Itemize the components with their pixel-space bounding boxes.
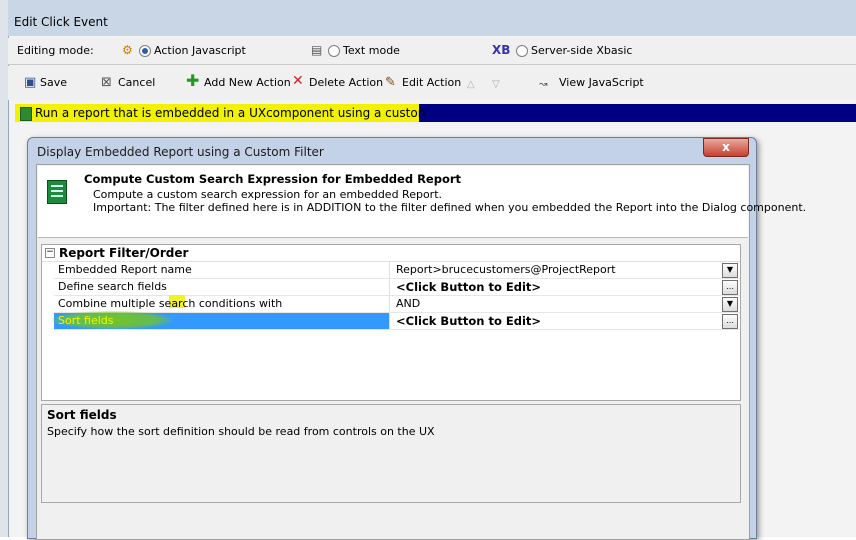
description-title: Sort fields (47, 408, 117, 422)
edit-action-button[interactable]: Edit Action (402, 76, 461, 89)
selected-action-text: Run a report that is embedded in a UXcom… (35, 106, 426, 120)
delete-icon: ✕ (292, 73, 304, 89)
dropdown-arrow-icon[interactable]: ▼ (722, 263, 738, 278)
property-value[interactable]: AND (396, 296, 716, 312)
close-icon: x (722, 140, 730, 154)
add-icon: ✚ (186, 71, 200, 90)
property-value: <Click Button to Edit> (396, 280, 542, 294)
ellipsis-button[interactable]: … (722, 314, 738, 329)
save-icon: ▣ (24, 75, 37, 90)
property-grid: − Report Filter/Order Embedded Report na… (41, 244, 741, 401)
radio-action-javascript[interactable] (139, 45, 151, 57)
delete-action-button[interactable]: Delete Action (309, 76, 383, 89)
header-description: Compute a custom search expression for a… (93, 188, 443, 201)
dropdown-arrow-icon[interactable]: ▼ (722, 297, 738, 312)
close-button[interactable]: x (703, 138, 749, 157)
property-name: Sort fields (52, 311, 390, 329)
editing-mode-label: Editing mode: (17, 44, 94, 57)
toolbar-divider (8, 64, 856, 65)
collapse-icon[interactable]: − (45, 248, 55, 258)
mode-option-label[interactable]: Action Javascript (154, 44, 246, 57)
embedded-report-dialog: Display Embedded Report using a Custom F… (27, 137, 806, 540)
property-row-define-search-fields[interactable]: Define search fields <Click Button to Ed… (54, 279, 740, 296)
property-description-panel: Sort fields Specify how the sort definit… (41, 404, 741, 503)
cancel-button[interactable]: Cancel (118, 76, 155, 89)
dialog-title: Display Embedded Report using a Custom F… (37, 145, 324, 159)
action-javascript-icon: ⚙ (122, 43, 133, 57)
mode-option-label[interactable]: Text mode (343, 44, 400, 57)
property-row-sort-fields[interactable]: Sort fields <Click Button to Edit> … (52, 311, 740, 330)
view-javascript-icon: ↝ (539, 79, 548, 90)
property-row-embedded-report-name[interactable]: Embedded Report name Report>brucecustome… (54, 262, 740, 279)
action-list-selected-row[interactable]: Run a report that is embedded in a UXcom… (15, 104, 856, 122)
editing-mode-row: Editing mode: ⚙ Action Javascript ▤ Text… (8, 38, 856, 64)
edit-pencil-icon: ✎ (385, 75, 396, 90)
property-name: Combine multiple search conditions with (54, 295, 390, 312)
view-javascript-button[interactable]: View JavaScript (559, 76, 644, 89)
property-value[interactable]: Report>brucecustomers@ProjectReport (396, 262, 716, 278)
ellipsis-button[interactable]: … (722, 280, 738, 295)
add-new-action-button[interactable]: Add New Action (204, 76, 291, 89)
save-button[interactable]: Save (40, 76, 67, 89)
dialog-content: Compute Custom Search Expression for Emb… (36, 164, 806, 540)
xb-icon: XB (492, 43, 511, 57)
description-text: Specify how the sort definition should b… (47, 425, 435, 438)
toolbar: ▣ Save ⊠ Cancel ✚ Add New Action ✕ Delet… (8, 66, 856, 100)
window-title: Edit Click Event (14, 15, 108, 29)
move-up-icon[interactable]: △ (467, 78, 475, 91)
dialog-header: Compute Custom Search Expression for Emb… (38, 166, 806, 238)
action-icon (20, 107, 32, 121)
header-title: Compute Custom Search Expression for Emb… (84, 172, 462, 186)
property-name: Embedded Report name (54, 262, 390, 278)
header-important-note: Important: The filter defined here is in… (93, 201, 807, 214)
property-name: Define search fields (54, 279, 390, 295)
property-value: <Click Button to Edit> (396, 314, 542, 328)
cancel-icon: ⊠ (101, 75, 112, 90)
mode-option-label[interactable]: Server-side Xbasic (531, 44, 632, 57)
group-label: Report Filter/Order (59, 246, 189, 260)
text-mode-icon: ▤ (311, 43, 323, 57)
move-down-icon[interactable]: ▽ (492, 78, 500, 91)
radio-text-mode[interactable] (328, 45, 340, 57)
property-group-header[interactable]: − Report Filter/Order (42, 245, 740, 262)
background-window-edge (0, 0, 8, 537)
radio-server-side-xbasic[interactable] (516, 45, 528, 57)
report-icon (47, 180, 67, 204)
